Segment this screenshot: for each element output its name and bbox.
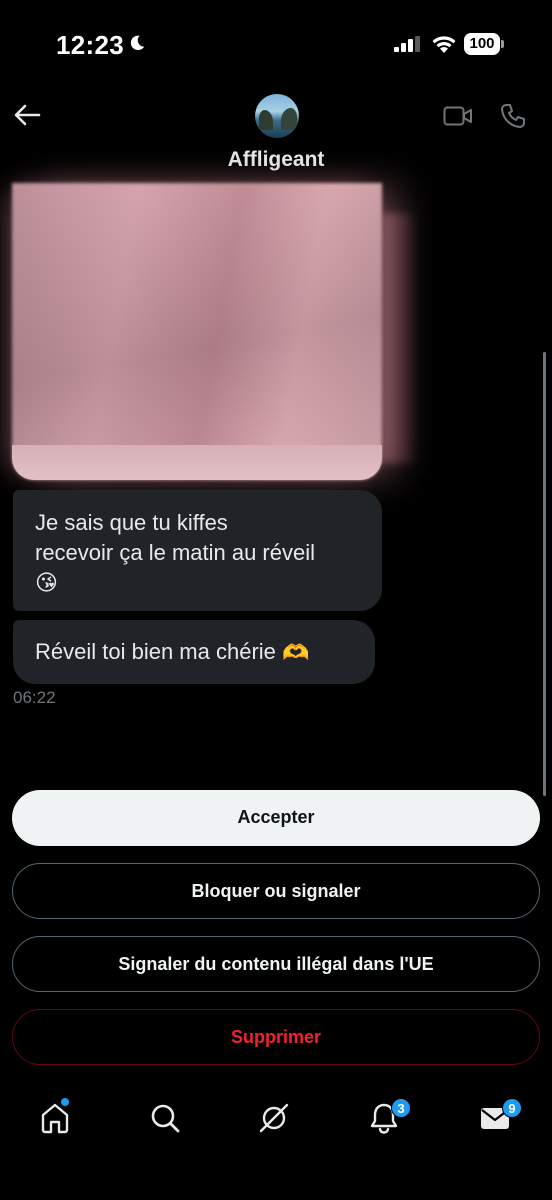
message-text-line1: Je sais que tu kiffes bbox=[35, 510, 228, 535]
avatar-rock-left bbox=[259, 110, 273, 130]
message-bubble[interactable]: Je sais que tu kiffes recevoir ça le mat… bbox=[13, 490, 382, 611]
blurred-image-bottom bbox=[12, 445, 382, 480]
battery-level: 100 bbox=[464, 33, 500, 55]
moon-icon bbox=[130, 35, 145, 51]
notifications-badge: 3 bbox=[391, 1098, 411, 1118]
phone-icon[interactable] bbox=[500, 103, 526, 129]
status-bar: 12:23 100 bbox=[0, 0, 552, 90]
blurred-image-message[interactable] bbox=[0, 183, 420, 485]
grok-icon[interactable] bbox=[257, 1101, 291, 1135]
battery-indicator: 100 bbox=[464, 33, 504, 55]
home-icon[interactable] bbox=[38, 1101, 72, 1135]
accept-button[interactable]: Accepter bbox=[12, 790, 540, 846]
heart-hands-emoji: 🫶 bbox=[282, 640, 310, 666]
message-text-line2: recevoir ça le matin au réveil bbox=[35, 540, 316, 565]
bottom-navigation: 3 9 bbox=[0, 1085, 552, 1155]
blurred-image[interactable] bbox=[12, 183, 382, 480]
battery-cap bbox=[501, 40, 504, 48]
conversation-header: Affligeant bbox=[0, 90, 552, 180]
message-timestamp: 06:22 bbox=[13, 688, 56, 707]
avatar-rock-right bbox=[281, 108, 297, 130]
wifi-icon bbox=[432, 36, 456, 53]
avatar[interactable] bbox=[255, 94, 299, 138]
kiss-emoji: 😘 bbox=[35, 570, 58, 595]
video-call-icon[interactable] bbox=[443, 105, 473, 127]
home-notification-dot bbox=[61, 1098, 69, 1106]
delete-button[interactable]: Supprimer bbox=[12, 1009, 540, 1065]
signal-icon bbox=[394, 36, 420, 52]
contact-name[interactable]: Affligeant bbox=[0, 148, 552, 172]
message-bubble[interactable]: Réveil toi bien ma chérie 🫶 bbox=[13, 620, 375, 684]
report-illegal-content-button[interactable]: Signaler du contenu illégal dans l'UE bbox=[12, 936, 540, 992]
back-arrow-icon[interactable] bbox=[12, 102, 42, 128]
message-text: Réveil toi bien ma chérie bbox=[35, 639, 276, 664]
messages-badge: 9 bbox=[502, 1098, 522, 1118]
block-or-report-button[interactable]: Bloquer ou signaler bbox=[12, 863, 540, 919]
scrollbar[interactable] bbox=[543, 352, 546, 796]
status-time: 12:23 bbox=[56, 30, 124, 60]
blur-streak bbox=[382, 213, 418, 463]
search-icon[interactable] bbox=[148, 1101, 182, 1135]
